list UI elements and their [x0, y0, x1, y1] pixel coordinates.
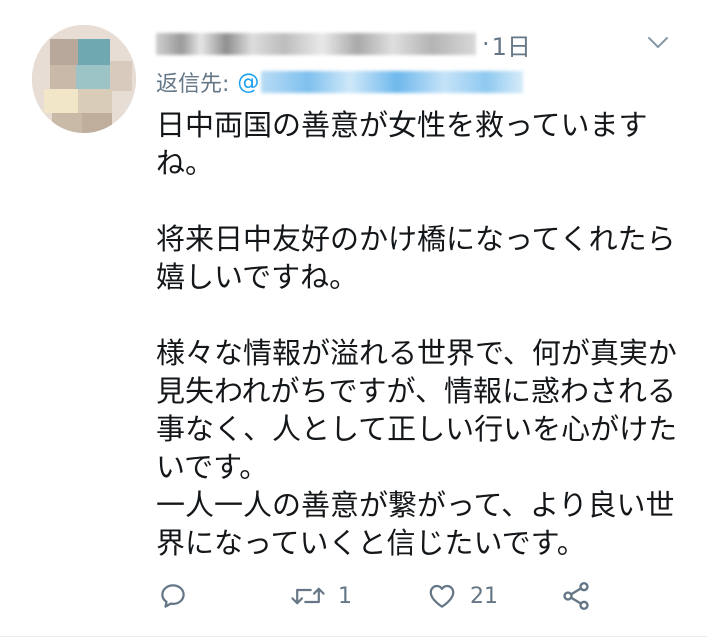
reply-to-handle-blurred[interactable]	[261, 71, 524, 93]
reply-icon	[161, 584, 185, 608]
retweet-button[interactable]: 1	[290, 578, 352, 614]
tweet-text: 日中両国の善意が女性を救っていますね。 将来日中友好のかけ橋になってくれたら嬉し…	[156, 106, 686, 562]
tweet-paragraph: 日中両国の善意が女性を救っていますね。	[156, 108, 648, 180]
like-button[interactable]: 21	[426, 578, 498, 614]
like-count: 21	[470, 583, 498, 609]
share-icon	[563, 582, 589, 610]
avatar[interactable]	[32, 25, 136, 133]
author-name[interactable]	[156, 33, 476, 55]
tweet-header: · 1日	[156, 27, 531, 62]
tweet-paragraph: 将来日中友好のかけ橋になってくれたら嬉しいですね。	[156, 222, 676, 294]
reply-to-label: 返信先:	[156, 72, 230, 97]
header-separator: ·	[482, 30, 490, 58]
tweet-divider	[0, 636, 707, 637]
reply-to: 返信先: @	[156, 66, 524, 98]
timestamp[interactable]: 1日	[492, 27, 531, 62]
retweet-icon	[291, 587, 325, 605]
tweet[interactable]: · 1日 返信先: @ 日中両国の善意が女性を救っていますね。 将来日中友好のか…	[0, 0, 707, 643]
heart-icon	[429, 584, 455, 608]
reply-button[interactable]	[158, 578, 188, 614]
tweet-paragraph: 様々な情報が溢れる世界で、何が真実か見失われがちですが、情報に惑わされる事なく、…	[156, 336, 678, 560]
reply-to-handle[interactable]: @	[237, 70, 259, 95]
tweet-actions: 1 21	[156, 578, 616, 614]
share-button[interactable]	[560, 578, 592, 614]
chevron-down-icon[interactable]	[646, 30, 670, 54]
retweet-count: 1	[338, 583, 352, 609]
